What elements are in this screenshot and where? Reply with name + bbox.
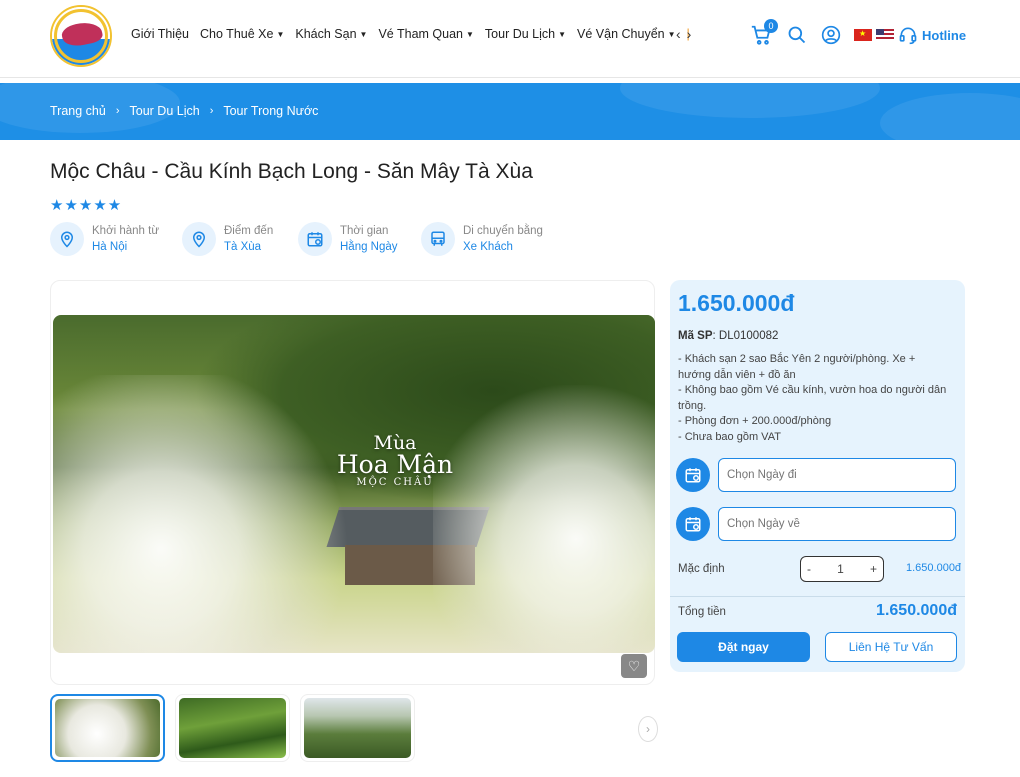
breadcrumb: Trang chủ › Tour Du Lịch › Tour Trong Nư… [50,104,318,118]
us-flag-icon[interactable] [876,29,894,41]
meta-label: Điểm đến [224,225,274,237]
chevron-right-icon: › [115,105,120,117]
chevron-right-icon: › [209,105,214,117]
hotline-label: Hotline [922,27,967,43]
thumbnail-strip [50,694,415,762]
page-title: Mộc Châu - Cầu Kính Bạch Long - Săn Mây … [50,160,533,183]
chevron-right-icon: › [646,722,650,736]
sku-value: : DL0100082 [712,330,779,342]
return-calendar-button[interactable] [676,507,710,541]
divider [670,596,965,597]
meta-duration: Thời gian Hằng Ngày [298,222,398,256]
depart-calendar-button[interactable] [676,458,710,492]
caret-down-icon: ▼ [558,30,567,40]
quantity-label: Mặc định [678,563,725,575]
total-value: 1.650.000đ [876,602,957,619]
breadcrumb-banner: Trang chủ › Tour Du Lịch › Tour Trong Nư… [0,83,1020,140]
site-header: Giới Thiệu Cho Thuê Xe ▼ Khách Sạn ▼ Vé Th… [0,0,1020,78]
headset-icon [899,27,917,45]
breadcrumb-tour-du-lich[interactable]: Tour Du Lịch [130,104,200,118]
calendar-icon [307,232,323,247]
thumbnail-next-button[interactable]: › [638,716,658,742]
thumbnail-2[interactable] [175,694,290,762]
tour-description: - Khách sạn 2 sao Bắc Yên 2 người/phòng.… [678,352,948,445]
search-button[interactable] [784,22,810,48]
breadcrumb-tour-trong-nuoc[interactable]: Tour Trong Nước [223,104,318,118]
image-caption: Mùa Hoa Mận MỘC CHÂU [335,433,455,488]
nav-item-khach-san[interactable]: Khách Sạn ▼ [295,27,367,41]
nav-item-ve-van-chuyen[interactable]: Vé Vận Chuyển ▼ [577,27,675,41]
caret-down-icon: ▼ [667,30,676,40]
product-code: Mã SP: DL0100082 [678,330,778,342]
tour-price: 1.650.000đ [678,290,795,316]
nav-item-cho-thue-xe[interactable]: Cho Thuê Xe ▼ [200,27,284,41]
unit-price: 1.650.000đ [906,562,962,574]
nav-scroll-arrows: ‹› [676,26,697,42]
cart-button[interactable]: 0 [748,19,778,48]
caret-down-icon: ▼ [466,30,474,40]
main-nav: Giới Thiệu Cho Thuê Xe ▼ Khách Sạn ▼ Vé Th… [131,27,690,41]
caret-down-icon: ▼ [276,30,285,40]
book-now-button[interactable]: Đặt ngay [677,632,810,662]
depart-date-input[interactable] [718,458,956,492]
sku-label: Mã SP [678,330,713,342]
meta-value: Xe Khách [463,241,513,253]
rating-stars: ★★★★★ [50,197,123,214]
user-icon [821,25,841,45]
meta-destination: Điểm đến Tà Xùa [182,222,273,256]
company-logo[interactable] [50,5,112,67]
vietnam-flag-icon[interactable] [854,29,872,41]
chevron-left-icon[interactable]: ‹ [676,26,687,42]
quantity-row: Mặc định - 1 + 1.650.000đ [678,556,962,582]
calendar-icon [685,517,701,532]
search-icon [788,26,806,44]
contact-consult-button[interactable]: Liên Hệ Tư Vấn [825,632,957,662]
hotline-button[interactable]: Hotline [898,22,966,48]
favorite-button[interactable]: ♡ [621,654,647,678]
total-label: Tổng tiền [678,606,726,618]
thumbnail-1[interactable] [50,694,165,762]
desc-line: - Phòng đơn + 200.000đ/phòng [678,415,832,427]
breadcrumb-home[interactable]: Trang chủ [50,104,106,118]
thumbnail-3[interactable] [300,694,415,762]
bus-icon [431,231,445,246]
meta-transport: Di chuyển bằng Xe Khách [421,222,543,256]
meta-label: Di chuyển bằng [463,225,543,237]
calendar-icon [685,468,701,483]
header-actions: 0 Hotline [748,19,966,48]
quantity-stepper: - 1 + [800,556,884,582]
depart-date-row [676,458,956,492]
account-button[interactable] [818,22,844,48]
cart-count-badge: 0 [764,19,778,33]
image-gallery: Mùa Hoa Mận MỘC CHÂU ♡ [50,280,655,685]
caret-down-icon: ▼ [359,30,368,40]
nav-item-tour-du-lich[interactable]: Tour Du Lịch ▼ [485,27,566,41]
return-date-input[interactable] [718,507,956,541]
quantity-value[interactable]: 1 [837,562,844,576]
quantity-plus-button[interactable]: + [870,562,877,576]
heart-icon: ♡ [627,658,641,674]
meta-value: Hà Nội [92,241,128,253]
desc-line: - Không bao gồm Vé cầu kính, vườn hoa do… [678,384,947,412]
return-date-row [676,507,956,541]
meta-label: Thời gian [340,225,389,237]
desc-line: - Khách sạn 2 sao Bắc Yên 2 người/phòng.… [678,353,916,381]
meta-value: Tà Xùa [224,241,262,253]
quantity-minus-button[interactable]: - [807,562,811,576]
meta-label: Khởi hành từ [92,225,160,237]
nav-item-gioi-thieu[interactable]: Giới Thiệu [131,27,189,41]
nav-item-ve-tham-quan[interactable]: Vé Tham Quan ▼ [378,27,473,41]
booking-panel: 1.650.000đ Mã SP: DL0100082 - Khách sạn … [670,280,965,672]
desc-line: - Chưa bao gồm VAT [678,430,781,443]
chevron-right-icon[interactable]: › [687,26,698,42]
meta-departure: Khởi hành từ Hà Nội [50,222,159,256]
map-pin-icon [192,231,206,248]
meta-value: Hằng Ngày [340,241,398,253]
main-tour-image[interactable]: Mùa Hoa Mận MỘC CHÂU [53,315,655,653]
caption-line: Hoa Mận [336,450,454,479]
map-pin-icon [60,231,74,248]
